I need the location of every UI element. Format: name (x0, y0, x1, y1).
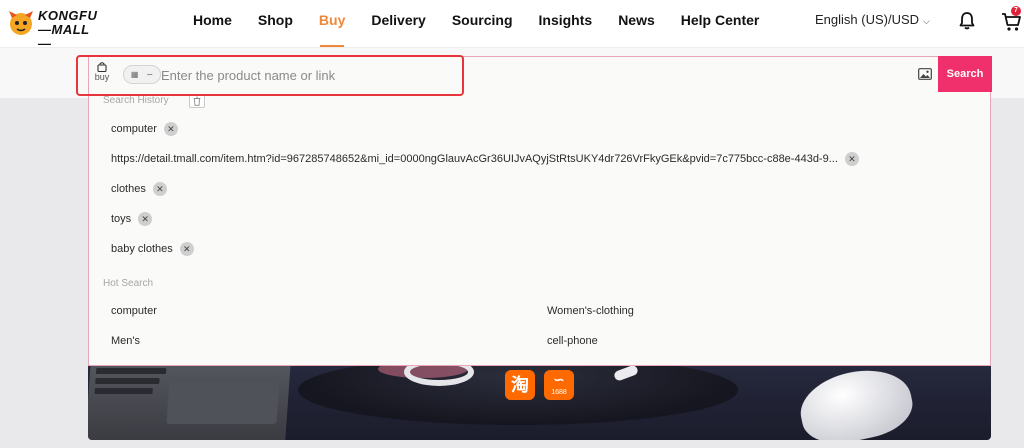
nav-news[interactable]: News (605, 0, 668, 48)
hot-search-item[interactable]: Men's (111, 335, 140, 347)
history-item-text: computer (111, 123, 157, 135)
nav-insights[interactable]: Insights (526, 0, 606, 48)
nav-help-center[interactable]: Help Center (668, 0, 773, 48)
notification-bell-icon[interactable] (958, 11, 976, 31)
mascot-icon (9, 11, 33, 35)
search-dropdown-panel: buy ▦ ∽ Search Search History computer ✕… (88, 56, 992, 366)
keyboard-row (95, 368, 167, 374)
search-history-title: Search History (103, 95, 169, 106)
taobao-icon[interactable]: 淘 (505, 370, 535, 400)
remove-history-icon[interactable]: ✕ (163, 122, 178, 136)
remove-history-icon[interactable]: ✕ (138, 212, 153, 226)
history-item-text: baby clothes (111, 243, 173, 255)
logo-wordmark: KONGFU —MALL— (38, 9, 102, 51)
alibaba-1688-icon[interactable]: ∽ 1688 (544, 370, 574, 400)
alibaba-mini-icon: ∽ (146, 70, 154, 79)
remove-history-icon[interactable]: ✕ (844, 152, 859, 166)
hot-search-item[interactable]: computer (111, 305, 157, 317)
buy-mode-label: buy (94, 72, 110, 82)
image-search-icon[interactable] (918, 68, 932, 80)
kongfu-mall-logo[interactable]: KONGFU —MALL— (6, 6, 102, 51)
laptop-illustration (88, 362, 291, 440)
remove-history-icon[interactable]: ✕ (152, 182, 167, 196)
language-currency-selector[interactable]: English (US)/USD ⌵ (815, 12, 930, 27)
history-item[interactable]: clothes ✕ (111, 181, 167, 197)
nav-home[interactable]: Home (180, 0, 245, 48)
search-bar: buy ▦ ∽ Search (89, 56, 992, 93)
buy-mode-tag[interactable]: buy (91, 60, 113, 88)
alibaba-1688-label: 1688 (551, 389, 567, 396)
logo-line-2: —MALL— (38, 22, 90, 51)
history-item-text: https://detail.tmall.com/item.htm?id=967… (111, 153, 838, 165)
nav-buy[interactable]: Buy (306, 0, 358, 48)
nav-delivery[interactable]: Delivery (358, 0, 438, 48)
logo-line-2-text: MALL (51, 22, 90, 37)
history-item[interactable]: computer ✕ (111, 121, 178, 137)
history-item[interactable]: baby clothes ✕ (111, 241, 194, 257)
hot-search-title: Hot Search (103, 278, 154, 289)
bag-icon (97, 62, 107, 72)
nav-shop[interactable]: Shop (245, 0, 306, 48)
language-label: English (US)/USD (815, 12, 920, 27)
source-toggle[interactable]: ▦ ∽ (123, 65, 161, 84)
nav-sourcing[interactable]: Sourcing (439, 0, 526, 48)
history-item[interactable]: toys ✕ (111, 211, 153, 227)
remove-history-icon[interactable]: ✕ (179, 242, 194, 256)
keyboard-row (94, 388, 153, 394)
trackpad (166, 382, 280, 424)
history-item[interactable]: https://detail.tmall.com/item.htm?id=967… (111, 151, 859, 167)
cart-count-badge: 7 (1011, 6, 1021, 16)
history-item-text: toys (111, 213, 132, 225)
hot-search-item[interactable]: Women's-clothing (547, 305, 634, 317)
taobao-mini-icon: ▦ (130, 70, 139, 79)
top-header: KONGFU —MALL— Home Shop Buy Delivery Sou… (0, 0, 1024, 51)
search-button[interactable]: Search (938, 56, 992, 92)
product-search-input[interactable] (161, 64, 861, 86)
main-nav: Home Shop Buy Delivery Sourcing Insights… (180, 0, 772, 48)
hot-search-item[interactable]: cell-phone (547, 335, 598, 347)
keyboard-row (95, 378, 160, 384)
chevron-down-icon: ⌵ (923, 16, 930, 26)
trash-icon[interactable] (189, 94, 205, 108)
history-item-text: clothes (111, 183, 146, 195)
alibaba-glyph: ∽ (553, 372, 565, 387)
logo-line-1: KONGFU (38, 8, 98, 23)
mouse-illustration (794, 361, 918, 440)
